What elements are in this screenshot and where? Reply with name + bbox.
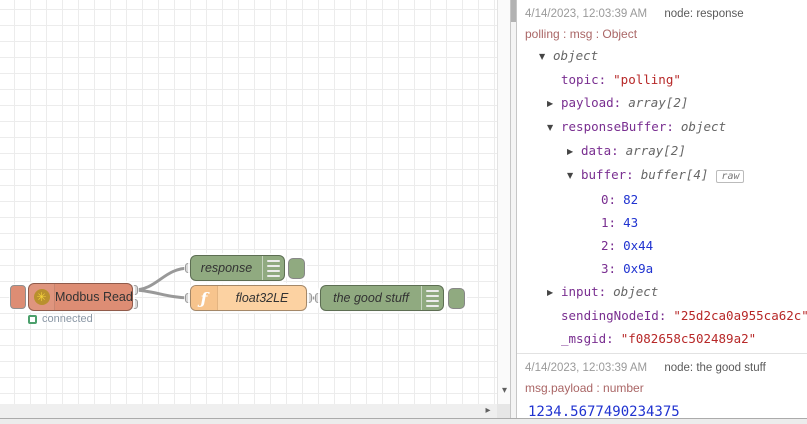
tree-row: 1: 43 — [525, 211, 799, 234]
timestamp: 4/14/2023, 12:03:39 AM — [525, 8, 648, 20]
debug-message: 4/14/2023, 12:03:39 AM node: the good st… — [517, 354, 807, 418]
node-modbus-read[interactable]: ✳ Modbus Read — [28, 283, 133, 311]
tree-value: 0x9a — [623, 261, 654, 276]
timestamp: 4/14/2023, 12:03:39 AM — [525, 362, 648, 374]
debug-sidebar-icon — [262, 256, 284, 280]
modbus-status: connected — [28, 313, 93, 325]
tree-value: 0x44 — [623, 238, 654, 253]
expand-caret-icon[interactable]: ▶ — [547, 92, 561, 115]
debug-sidebar-icon — [421, 286, 443, 310]
tree-value: "f082658c502489a2" — [620, 331, 757, 346]
tree-key: buffer: — [581, 167, 634, 182]
splitter-handle[interactable] — [511, 0, 516, 22]
sidebar-splitter[interactable] — [510, 0, 517, 418]
expand-caret-icon[interactable]: ▶ — [567, 140, 581, 163]
source-node-label: node: the good stuff — [664, 362, 766, 374]
node-the-good-stuff[interactable]: the good stuff — [320, 285, 444, 311]
raw-button[interactable]: raw — [716, 170, 745, 183]
modbus-icon-box: ✳ — [29, 284, 55, 310]
goodstuff-enable-button[interactable] — [448, 288, 465, 309]
source-node-label: node: response — [664, 8, 744, 20]
json-tree: ▼ object topic: "polling" ▶ payload: array[2… — [525, 44, 807, 350]
debug-sidebar[interactable]: 4/14/2023, 12:03:39 AM node: response po… — [517, 0, 807, 418]
tree-value: buffer[4] — [640, 167, 709, 182]
expand-caret-icon[interactable]: ▶ — [547, 281, 561, 304]
scrollbar-corner — [497, 404, 510, 418]
tree-value: "25d2ca0a955ca62c" — [673, 308, 807, 323]
vertical-scrollbar[interactable]: ▾ — [497, 0, 510, 404]
tree-key: responseBuffer: — [561, 119, 674, 134]
tree-row[interactable]: ▶ data: array[2] — [525, 139, 799, 163]
tree-key: 1: — [601, 215, 617, 230]
tree-value: object — [553, 48, 599, 63]
tree-row: 3: 0x9a — [525, 257, 799, 280]
tree-value: "polling" — [613, 72, 681, 87]
tree-row[interactable]: ▼ responseBuffer: object — [525, 115, 799, 139]
tree-value: object — [613, 284, 659, 299]
tree-row: 2: 0x44 — [525, 234, 799, 257]
debug-message-header: 4/14/2023, 12:03:39 AM node: response — [525, 4, 799, 22]
tree-row: topic: "polling" — [525, 68, 799, 91]
node-label: float32LE — [235, 291, 289, 305]
debug-message: 4/14/2023, 12:03:39 AM node: response po… — [517, 0, 807, 354]
tree-key: sendingNodeId: — [561, 308, 667, 323]
node-response[interactable]: response — [190, 255, 285, 281]
message-topic: msg.payload : number — [525, 381, 644, 395]
tree-value: 82 — [623, 192, 639, 207]
tree-key: 2: — [601, 238, 617, 253]
node-float32le[interactable]: ƒ float32LE — [190, 285, 307, 311]
tree-key: _msgid: — [561, 331, 614, 346]
status-dot-icon — [28, 314, 37, 324]
window-bottom-bar — [0, 418, 807, 424]
tree-row[interactable]: ▼ buffer: buffer[4] raw — [525, 163, 799, 188]
tree-key: topic: — [561, 72, 607, 87]
collapse-caret-icon[interactable]: ▼ — [567, 164, 581, 187]
scroll-right-arrow-icon[interactable]: ▸ — [481, 404, 495, 418]
collapse-caret-icon[interactable]: ▼ — [547, 116, 561, 139]
node-label: response — [200, 261, 253, 275]
tree-key: 3: — [601, 261, 617, 276]
tree-value: 43 — [623, 215, 639, 230]
node-label: the good stuff — [333, 291, 409, 305]
node-label: Modbus Read — [55, 290, 132, 304]
flow-canvas[interactable]: ✳ Modbus Read connected response ƒ float… — [0, 0, 497, 404]
tree-key: data: — [581, 143, 619, 158]
wires-layer — [131, 266, 322, 300]
wire-modbus-to-float32[interactable] — [131, 288, 192, 300]
tree-key: 0: — [601, 192, 617, 207]
modbus-trigger-button[interactable] — [10, 285, 26, 309]
tree-value: array[2] — [625, 143, 686, 158]
tree-key: input: — [561, 284, 607, 299]
tree-row[interactable]: ▶ payload: array[2] — [525, 91, 799, 115]
tree-row[interactable]: ▶ input: object — [525, 280, 799, 304]
tree-row: _msgid: "f082658c502489a2" — [525, 327, 799, 350]
node-red-window: ✳ Modbus Read connected response ƒ float… — [0, 0, 807, 424]
modbus-gear-icon: ✳ — [33, 289, 50, 305]
tree-row[interactable]: ▼ object — [525, 44, 799, 68]
wire-modbus-to-response[interactable] — [131, 266, 192, 292]
debug-message-header: 4/14/2023, 12:03:39 AM node: the good st… — [525, 358, 799, 376]
tree-row: sendingNodeId: "25d2ca0a955ca62c" — [525, 304, 807, 327]
tree-row: 0: 82 — [525, 188, 799, 211]
status-text: connected — [42, 313, 93, 325]
message-topic: polling : msg : Object — [525, 27, 638, 41]
collapse-caret-icon[interactable]: ▼ — [539, 45, 553, 68]
tree-key: payload: — [561, 95, 622, 110]
tree-value: array[2] — [628, 95, 689, 110]
function-icon: ƒ — [191, 286, 218, 310]
horizontal-scrollbar[interactable]: ▸ — [0, 404, 497, 418]
payload-value: 1234.5677490234375 — [528, 404, 680, 418]
response-enable-button[interactable] — [288, 258, 305, 279]
tree-value: object — [680, 119, 727, 134]
